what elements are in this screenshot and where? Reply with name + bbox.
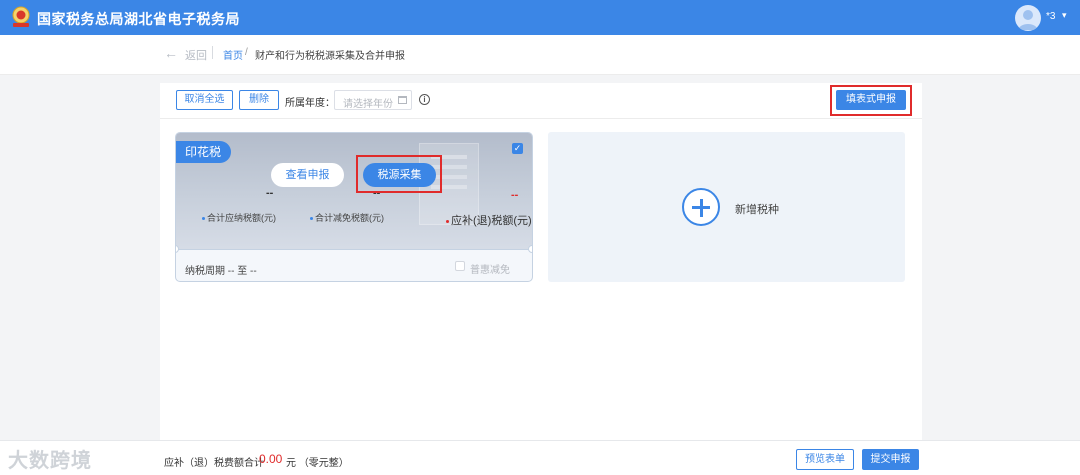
card-checkbox[interactable]: ✓ (512, 143, 523, 154)
year-label: 所属年度： (285, 98, 335, 109)
payable-tax-value: -- (266, 187, 274, 199)
tax-type-badge: 印花税 (176, 141, 231, 163)
total-amount-unit: 元 （零元整） (286, 458, 349, 469)
toolbar-divider (160, 118, 922, 119)
submit-declaration-button[interactable]: 提交申报 (862, 449, 919, 470)
card-notch (176, 245, 179, 253)
year-placeholder: 请选择年份 (343, 99, 393, 110)
view-declaration-button[interactable]: 查看申报 (271, 163, 344, 187)
tax-card-stamp-duty: 印花税 ✓ 查看申报 税源采集 -- 合计应纳税额(元) -- 合计减免税额(元… (175, 132, 533, 282)
year-picker-input[interactable]: 请选择年份 (334, 90, 412, 110)
tax-period: 纳税周期 -- 至 -- (185, 266, 257, 277)
card-notch (528, 245, 532, 253)
avatar[interactable] (1015, 5, 1041, 31)
breadcrumb-separator: / (245, 47, 248, 58)
payable-tax-label: 合计应纳税额(元) (202, 211, 276, 224)
document-lines-illustration (431, 155, 467, 159)
user-avatar-icon (1018, 10, 1038, 30)
refund-tax-label: 应补(退)税额(元) (446, 212, 532, 228)
calendar-icon (398, 96, 407, 104)
site-title: 国家税务总局湖北省电子税务局 (37, 11, 240, 27)
relief-checkbox[interactable] (455, 261, 465, 271)
relief-tax-label: 合计减免税额(元) (310, 211, 384, 224)
watermark: 大数跨境 (8, 450, 92, 472)
breadcrumb: ← 返回 首页 / 财产和行为税税源采集及合并申报 (0, 35, 1080, 75)
breadcrumb-current: 财产和行为税税源采集及合并申报 (255, 51, 405, 62)
total-amount-value: 0.00 (259, 452, 283, 466)
footer-bar: 大数跨境 应补（退）税费额合计 0.00 元 （零元整） 预览表单 提交申报 (0, 440, 1080, 475)
breadcrumb-home-link[interactable]: 首页 (223, 47, 243, 62)
refund-tax-value: -- (511, 189, 519, 201)
relief-tax-value: -- (373, 187, 381, 199)
back-arrow-icon[interactable]: ← (164, 45, 178, 61)
fill-form-declare-button[interactable]: 填表式申报 (836, 90, 906, 110)
plus-icon[interactable] (682, 188, 720, 226)
card-divider (176, 249, 532, 250)
preview-form-button[interactable]: 预览表单 (796, 449, 854, 470)
delete-button[interactable]: 删除 (239, 90, 279, 110)
breadcrumb-divider (212, 46, 213, 59)
bullet-icon (310, 217, 313, 221)
user-name[interactable]: *3 (1046, 11, 1055, 22)
total-amount-label: 应补（退）税费额合计 (164, 458, 264, 469)
add-tax-type-card[interactable]: 新增税种 (548, 132, 905, 282)
bullet-icon (446, 219, 449, 223)
bullet-icon (202, 217, 205, 221)
add-tax-type-label[interactable]: 新增税种 (735, 201, 779, 217)
chevron-down-icon[interactable]: ▾ (1062, 10, 1067, 21)
relief-checkbox-label: 普惠减免 (470, 265, 510, 276)
tax-emblem-icon (12, 6, 30, 27)
back-link[interactable]: 返回 (185, 47, 207, 63)
top-header: 国家税务总局湖北省电子税务局 *3 ▾ (0, 0, 1080, 35)
info-icon[interactable]: i (419, 94, 430, 105)
cancel-all-button[interactable]: 取消全选 (176, 90, 233, 110)
tax-source-collect-button[interactable]: 税源采集 (363, 163, 436, 187)
